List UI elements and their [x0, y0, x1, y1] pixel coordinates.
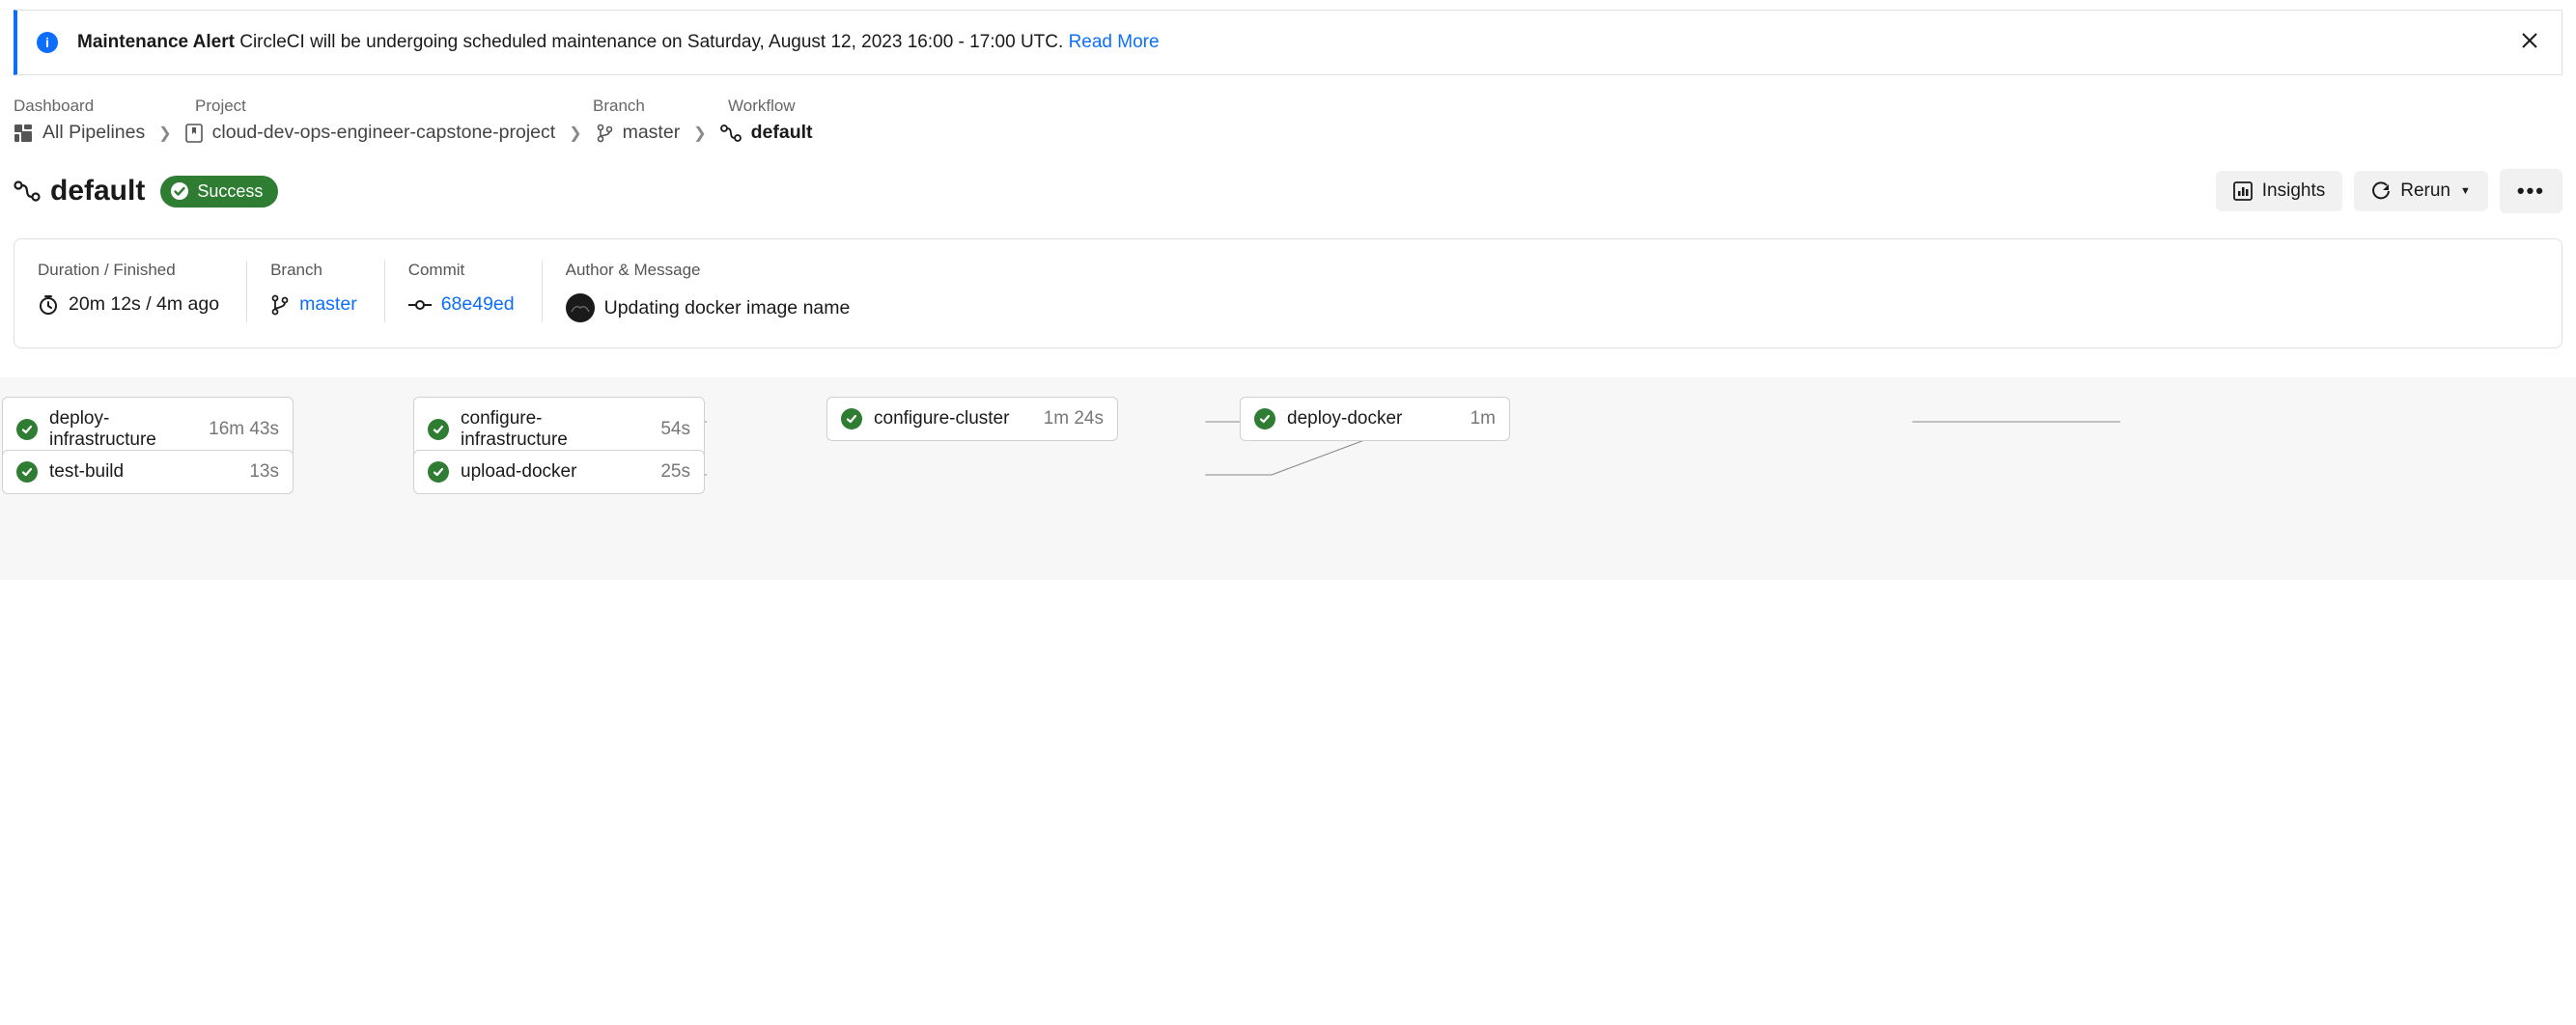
summary-commit-label: Commit: [408, 261, 515, 280]
alert-body: CircleCI will be undergoing scheduled ma…: [235, 32, 1069, 52]
job-duration: 1m 24s: [1044, 408, 1104, 429]
check-circle-icon: [1254, 408, 1275, 429]
job-name: configure-infrastructure: [461, 408, 639, 451]
job-duration: 16m 43s: [209, 419, 279, 440]
job-duration: 25s: [660, 461, 690, 483]
breadcrumb-project[interactable]: cloud-dev-ops-engineer-capstone-project: [185, 122, 556, 144]
job-duration: 54s: [660, 419, 690, 440]
dashboard-icon: [14, 124, 33, 143]
summary-duration-value: 20m 12s / 4m ago: [69, 293, 219, 316]
summary-commit-value[interactable]: 68e49ed: [441, 293, 515, 316]
status-badge: Success: [160, 176, 278, 208]
bar-chart-icon: [2233, 181, 2253, 201]
check-circle-icon: [16, 461, 38, 483]
breadcrumb-pipelines[interactable]: All Pipelines: [14, 122, 145, 144]
job-deploy-docker[interactable]: deploy-docker 1m: [1240, 397, 1510, 441]
breadcrumb-label-branch: Branch: [593, 97, 728, 116]
info-icon: i: [37, 32, 58, 53]
summary-branch-value[interactable]: master: [299, 293, 357, 316]
workflow-name: default: [50, 175, 145, 208]
check-circle-icon: [428, 419, 449, 440]
check-circle-icon: [170, 181, 189, 201]
workflow-graph[interactable]: deploy-infrastructure 16m 43s test-build…: [0, 377, 2576, 580]
status-label: Success: [197, 181, 263, 202]
refresh-icon: [2371, 181, 2391, 201]
title-row: default Success Insights Rerun ▼ •••: [0, 169, 2576, 213]
summary-author-message: Updating docker image name: [604, 297, 851, 319]
check-circle-icon: [841, 408, 862, 429]
bookmark-icon: [185, 124, 203, 143]
more-button[interactable]: •••: [2500, 169, 2562, 213]
job-duration: 1m: [1470, 408, 1496, 429]
alert-title: Maintenance Alert: [77, 32, 235, 52]
breadcrumb-labels: Dashboard Project Branch Workflow: [0, 97, 2576, 116]
check-circle-icon: [16, 419, 38, 440]
summary-branch: Branch master: [270, 261, 385, 322]
rerun-label: Rerun: [2400, 180, 2450, 202]
job-upload-docker[interactable]: upload-docker 25s: [413, 450, 705, 494]
insights-button[interactable]: Insights: [2216, 171, 2342, 211]
breadcrumb-label-workflow: Workflow: [728, 97, 2562, 116]
alert-text: Maintenance Alert CircleCI will be under…: [77, 32, 2517, 53]
breadcrumb-pipelines-label: All Pipelines: [42, 122, 145, 144]
chevron-right-icon: ❯: [154, 124, 175, 143]
breadcrumb-workflow-label: default: [751, 122, 813, 144]
branch-icon: [596, 124, 613, 143]
summary-card: Duration / Finished 20m 12s / 4m ago Bra…: [14, 238, 2562, 348]
alert-readmore-link[interactable]: Read More: [1069, 32, 1160, 52]
breadcrumb-label-dashboard: Dashboard: [14, 97, 195, 116]
job-test-build[interactable]: test-build 13s: [2, 450, 294, 494]
summary-author: Author & Message Updating docker image n…: [566, 261, 878, 322]
breadcrumb-branch-label: master: [623, 122, 681, 144]
check-circle-icon: [428, 461, 449, 483]
job-name: deploy-docker: [1287, 408, 1449, 429]
commit-icon: [408, 299, 432, 311]
close-icon[interactable]: [2517, 26, 2542, 59]
avatar: [566, 293, 595, 322]
breadcrumb-label-project: Project: [195, 97, 593, 116]
clock-icon: [38, 294, 59, 316]
more-icon: •••: [2517, 179, 2545, 204]
insights-label: Insights: [2262, 180, 2325, 202]
caret-down-icon: ▼: [2460, 185, 2471, 197]
chevron-right-icon: ❯: [689, 124, 710, 143]
job-name: test-build: [49, 461, 228, 483]
summary-branch-label: Branch: [270, 261, 357, 280]
branch-icon: [270, 294, 290, 316]
breadcrumb-project-label: cloud-dev-ops-engineer-capstone-project: [212, 122, 556, 144]
chevron-right-icon: ❯: [565, 124, 585, 143]
summary-author-label: Author & Message: [566, 261, 851, 280]
job-configure-cluster[interactable]: configure-cluster 1m 24s: [826, 397, 1118, 441]
job-name: deploy-infrastructure: [49, 408, 187, 451]
summary-duration-label: Duration / Finished: [38, 261, 219, 280]
job-name: upload-docker: [461, 461, 639, 483]
job-duration: 13s: [249, 461, 279, 483]
breadcrumb-workflow: default: [720, 122, 813, 144]
rerun-button[interactable]: Rerun ▼: [2354, 171, 2488, 211]
breadcrumb-branch[interactable]: master: [596, 122, 681, 144]
page-title: default: [14, 175, 145, 208]
workflow-icon: [720, 125, 742, 142]
breadcrumb: All Pipelines ❯ cloud-dev-ops-engineer-c…: [0, 122, 2576, 144]
job-name: configure-cluster: [874, 408, 1022, 429]
workflow-icon: [14, 180, 41, 202]
maintenance-alert: i Maintenance Alert CircleCI will be und…: [14, 10, 2562, 75]
summary-duration: Duration / Finished 20m 12s / 4m ago: [38, 261, 247, 322]
summary-commit: Commit 68e49ed: [408, 261, 543, 322]
